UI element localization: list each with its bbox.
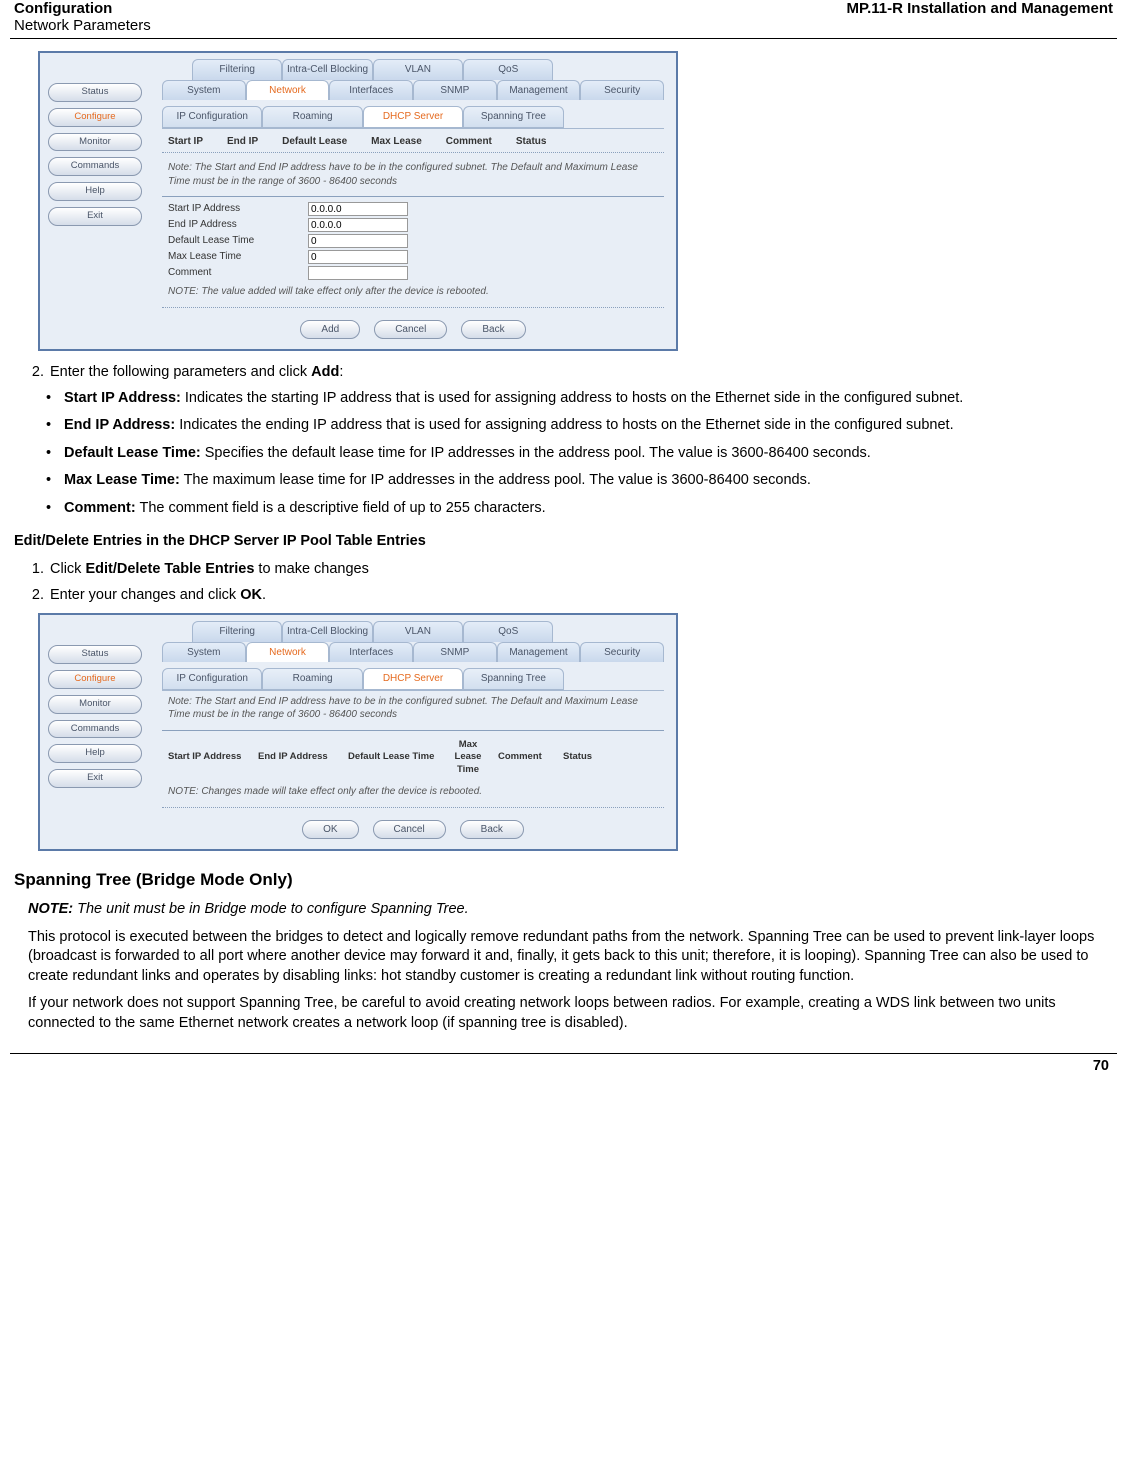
spanning-note: NOTE: The unit must be in Bridge mode to…	[28, 900, 1113, 920]
reboot-note2: NOTE: Changes made will take effect only…	[162, 781, 664, 803]
screenshot-dhcp-edit: Status Configure Monitor Commands Help E…	[38, 613, 678, 851]
nav2-monitor[interactable]: Monitor	[48, 695, 142, 714]
subtab-roaming[interactable]: Roaming	[262, 106, 362, 128]
tab-security[interactable]: Security	[580, 80, 664, 101]
tab2-intracell[interactable]: Intra-Cell Blocking	[282, 621, 372, 642]
tab2-interfaces[interactable]: Interfaces	[329, 642, 413, 663]
config-note: Note: The Start and End IP address have …	[162, 157, 664, 192]
input-endip[interactable]	[308, 218, 408, 232]
back-button2[interactable]: Back	[460, 820, 524, 840]
back-button[interactable]: Back	[461, 320, 525, 340]
input-startip[interactable]	[308, 202, 408, 216]
nav2-help[interactable]: Help	[48, 744, 142, 763]
edit-step-2: Enter your changes and click OK.	[48, 586, 1113, 606]
header-right: MP.11-R Installation and Management	[847, 0, 1113, 34]
tab-management[interactable]: Management	[497, 80, 581, 101]
subtab2-ipconfig[interactable]: IP Configuration	[162, 668, 262, 690]
col2-comment: Comment	[498, 751, 553, 764]
lbl-startip: Start IP Address	[168, 202, 308, 216]
tab-system[interactable]: System	[162, 80, 246, 101]
tab2-network[interactable]: Network	[246, 642, 330, 663]
ok-button[interactable]: OK	[302, 820, 358, 840]
col2-status: Status	[563, 751, 592, 764]
col2-deflease: Default Lease Time	[348, 751, 438, 764]
cancel-button2[interactable]: Cancel	[373, 820, 446, 840]
col-status: Status	[516, 135, 547, 149]
nav2-configure[interactable]: Configure	[48, 670, 142, 689]
col2-maxlease: Max Lease Time	[448, 739, 488, 777]
tab2-system[interactable]: System	[162, 642, 246, 663]
config-note2: Note: The Start and End IP address have …	[162, 691, 664, 726]
edit-step-1: Click Edit/Delete Table Entries to make …	[48, 560, 1113, 580]
tab-interfaces[interactable]: Interfaces	[329, 80, 413, 101]
nav-monitor[interactable]: Monitor	[48, 133, 142, 152]
nav-exit[interactable]: Exit	[48, 207, 142, 226]
subtab2-dhcp[interactable]: DHCP Server	[363, 668, 463, 690]
tab2-snmp[interactable]: SNMP	[413, 642, 497, 663]
subtab-dhcp[interactable]: DHCP Server	[363, 106, 463, 128]
lbl-deflease: Default Lease Time	[168, 234, 308, 248]
nav-status[interactable]: Status	[48, 83, 142, 102]
header-subtitle: Network Parameters	[14, 17, 151, 34]
spanning-p2: If your network does not support Spannin…	[28, 994, 1113, 1033]
input-deflease[interactable]	[308, 234, 408, 248]
input-maxlease[interactable]	[308, 250, 408, 264]
col-endip: End IP	[227, 135, 258, 149]
tab2-vlan[interactable]: VLAN	[373, 621, 463, 642]
edit-delete-heading: Edit/Delete Entries in the DHCP Server I…	[14, 532, 1113, 552]
nav2-exit[interactable]: Exit	[48, 769, 142, 788]
col2-endip: End IP Address	[258, 751, 338, 764]
subtab2-spanning[interactable]: Spanning Tree	[463, 668, 563, 690]
lbl-maxlease: Max Lease Time	[168, 250, 308, 264]
tab-intracell[interactable]: Intra-Cell Blocking	[282, 59, 372, 80]
step-2: Enter the following parameters and click…	[48, 363, 1113, 383]
nav2-commands[interactable]: Commands	[48, 720, 142, 739]
spanning-p1: This protocol is executed between the br…	[28, 928, 1113, 987]
tab-snmp[interactable]: SNMP	[413, 80, 497, 101]
col-maxlease: Max Lease	[371, 135, 422, 149]
lbl-endip: End IP Address	[168, 218, 308, 232]
subtab-spanning[interactable]: Spanning Tree	[463, 106, 563, 128]
page-number: 70	[10, 1054, 1117, 1078]
tab-network[interactable]: Network	[246, 80, 330, 101]
screenshot-dhcp-add: Status Configure Monitor Commands Help E…	[38, 51, 678, 351]
nav-commands[interactable]: Commands	[48, 157, 142, 176]
col-startip: Start IP	[168, 135, 203, 149]
col-deflease: Default Lease	[282, 135, 347, 149]
lbl-comment: Comment	[168, 266, 308, 280]
nav-configure[interactable]: Configure	[48, 108, 142, 127]
add-button[interactable]: Add	[300, 320, 360, 340]
tab2-qos[interactable]: QoS	[463, 621, 553, 642]
spanning-heading: Spanning Tree (Bridge Mode Only)	[14, 869, 1113, 892]
header-title: Configuration	[14, 0, 151, 17]
subtab-ipconfig[interactable]: IP Configuration	[162, 106, 262, 128]
nav-help[interactable]: Help	[48, 182, 142, 201]
tab-vlan[interactable]: VLAN	[373, 59, 463, 80]
reboot-note: NOTE: The value added will take effect o…	[162, 281, 664, 303]
col2-startip: Start IP Address	[168, 751, 248, 764]
tab-filtering[interactable]: Filtering	[192, 59, 282, 80]
subtab2-roaming[interactable]: Roaming	[262, 668, 362, 690]
tab2-security[interactable]: Security	[580, 642, 664, 663]
input-comment[interactable]	[308, 266, 408, 280]
tab-qos[interactable]: QoS	[463, 59, 553, 80]
tab2-filtering[interactable]: Filtering	[192, 621, 282, 642]
col-comment: Comment	[446, 135, 492, 149]
tab2-management[interactable]: Management	[497, 642, 581, 663]
cancel-button[interactable]: Cancel	[374, 320, 447, 340]
nav2-status[interactable]: Status	[48, 645, 142, 664]
param-bullets: Start IP Address: Indicates the starting…	[42, 389, 1113, 519]
